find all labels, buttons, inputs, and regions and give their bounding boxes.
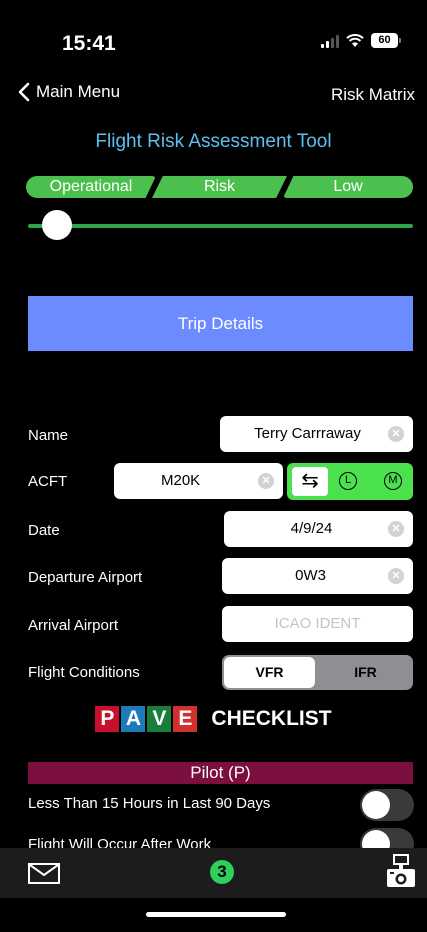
acft-label: ACFT: [28, 473, 68, 490]
risk-level-bar: Operational Risk Low: [26, 176, 413, 198]
pave-letter-v: V: [147, 706, 172, 732]
checklist-title: CHECKLIST: [211, 707, 332, 730]
risk-slider-track[interactable]: [28, 224, 413, 228]
acft-mode-toggle[interactable]: ⇆ L M: [287, 463, 413, 500]
wifi-icon: [346, 33, 364, 47]
risk-segment-operational: Operational: [26, 176, 156, 198]
signal-icon: [321, 34, 339, 48]
checklist-item-label: Less Than 15 Hours in Last 90 Days: [28, 795, 271, 812]
status-bar: 15:41 60: [0, 0, 427, 70]
pave-letter-a: A: [121, 706, 146, 732]
risk-segment-risk: Risk: [152, 176, 287, 198]
toggle-m-icon[interactable]: M: [384, 472, 402, 490]
pave-letter-p: P: [95, 706, 120, 732]
arrival-airport-field[interactable]: ICAO IDENT: [222, 606, 413, 642]
home-indicator[interactable]: [146, 912, 286, 917]
name-label: Name: [28, 427, 69, 444]
toggle-l-icon[interactable]: L: [339, 472, 357, 490]
swap-icon[interactable]: ⇆: [292, 467, 328, 496]
chevron-left-icon: [18, 82, 30, 102]
date-label: Date: [28, 522, 60, 539]
date-field[interactable]: 4/9/24 ✕: [224, 511, 413, 547]
clear-icon[interactable]: ✕: [388, 521, 404, 537]
risk-slider-thumb[interactable]: [42, 210, 72, 240]
camera-icon[interactable]: [385, 854, 417, 890]
battery-level: 60: [371, 33, 398, 48]
status-time: 15:41: [62, 32, 116, 55]
checklist-toggle-1[interactable]: [360, 789, 414, 821]
date-value: 4/9/24: [290, 520, 333, 537]
battery-icon: 60: [371, 33, 401, 48]
acft-field[interactable]: M20K ✕: [114, 463, 283, 499]
name-field[interactable]: Terry Carrraway ✕: [220, 416, 413, 452]
count-badge[interactable]: 3: [210, 860, 234, 884]
departure-label: Departure Airport: [28, 569, 143, 586]
arrival-label: Arrival Airport: [28, 617, 119, 634]
page-title: Flight Risk Assessment Tool: [95, 131, 332, 152]
clear-icon[interactable]: ✕: [258, 473, 274, 489]
name-value: Terry Carrraway: [254, 425, 361, 442]
flight-conditions-selector: VFR IFR: [222, 655, 413, 690]
pave-checklist-heading: P A V E CHECKLIST: [0, 706, 427, 732]
risk-segment-low: Low: [283, 176, 413, 198]
departure-airport-field[interactable]: 0W3 ✕: [222, 558, 413, 594]
bottom-toolbar: 3: [0, 848, 427, 898]
conditions-label: Flight Conditions: [28, 664, 140, 681]
back-label: Main Menu: [36, 82, 121, 101]
trip-details-button[interactable]: Trip Details: [28, 296, 413, 351]
acft-value: M20K: [161, 472, 201, 489]
clear-icon[interactable]: ✕: [388, 568, 404, 584]
departure-value: 0W3: [295, 567, 326, 584]
vfr-option[interactable]: VFR: [224, 657, 315, 688]
clear-icon[interactable]: ✕: [388, 426, 404, 442]
ifr-option[interactable]: IFR: [320, 657, 411, 688]
status-icons: 60: [321, 33, 401, 48]
nav-bar: Main Menu Risk Matrix: [0, 82, 427, 110]
pave-letter-e: E: [173, 706, 198, 732]
mail-icon[interactable]: [28, 863, 60, 884]
risk-matrix-button[interactable]: Risk Matrix: [331, 85, 415, 105]
back-button[interactable]: Main Menu: [18, 82, 120, 102]
pilot-section-header: Pilot (P): [28, 762, 413, 784]
